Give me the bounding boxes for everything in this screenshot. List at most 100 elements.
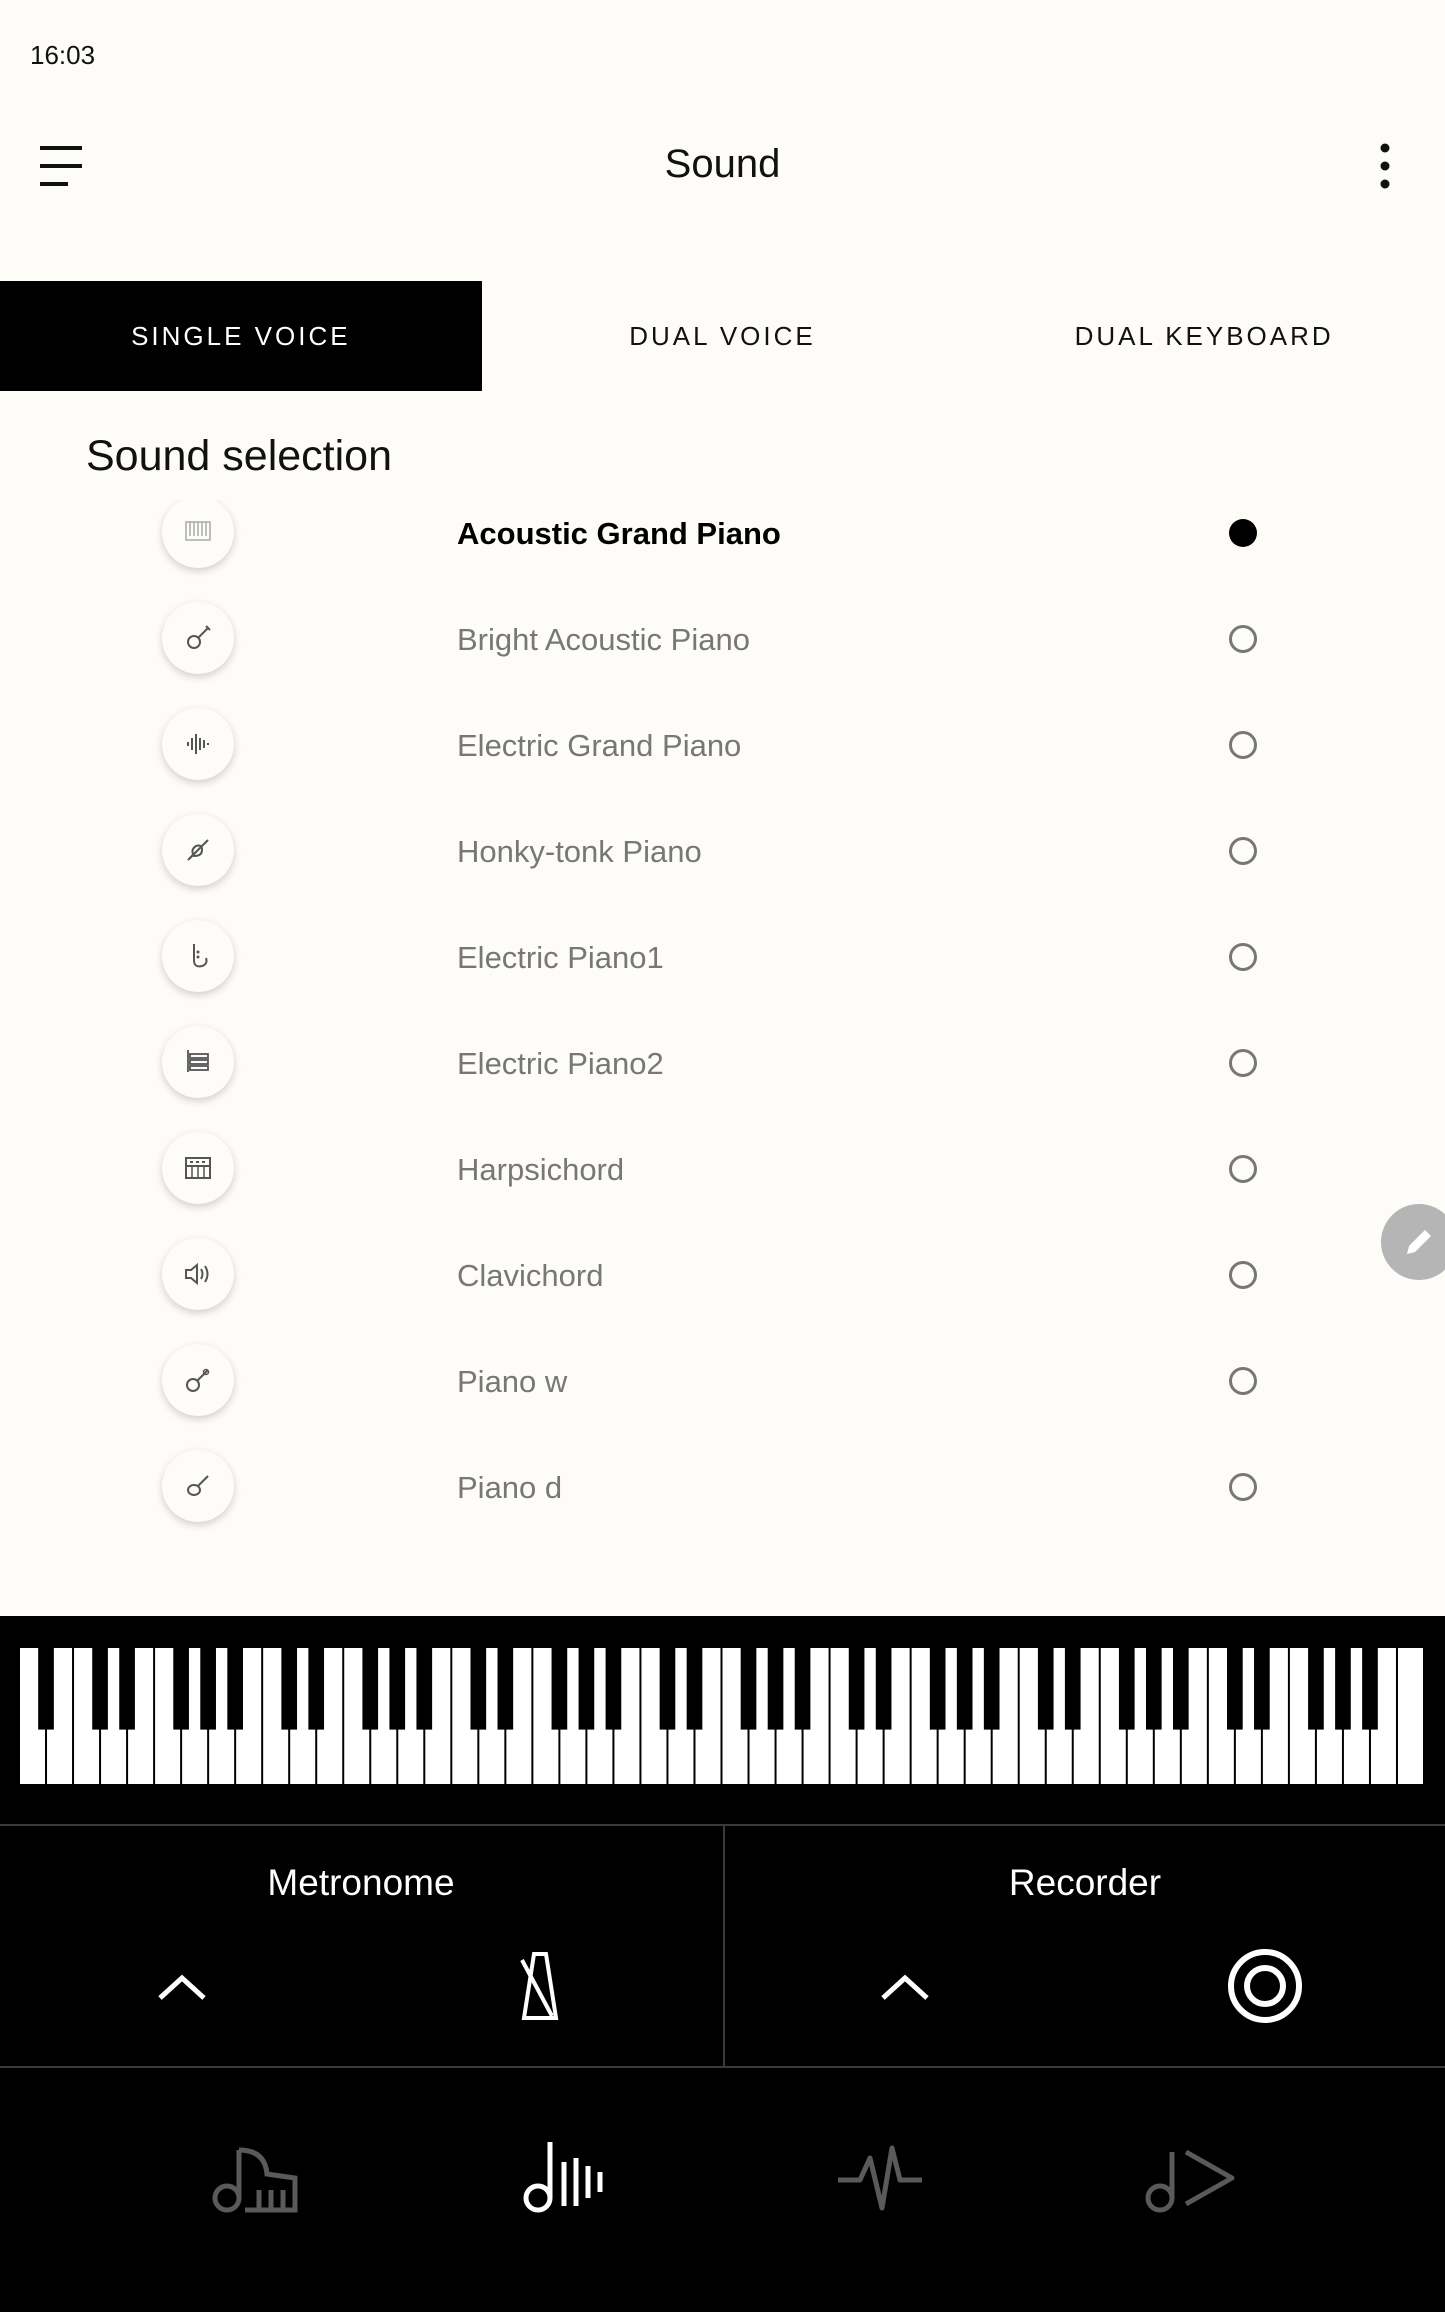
black-key[interactable]	[551, 1648, 568, 1730]
black-key[interactable]	[1037, 1648, 1054, 1730]
pulse-nav-icon[interactable]	[830, 2128, 930, 2228]
waveform-icon	[162, 708, 234, 780]
sound-name: Clavichord	[457, 1258, 604, 1293]
radio-button[interactable]	[1229, 1367, 1257, 1395]
radio-button[interactable]	[1229, 1049, 1257, 1077]
sound-item[interactable]: Acoustic Grand Piano	[0, 500, 1445, 584]
black-key[interactable]	[281, 1648, 298, 1730]
bottom-navigation	[0, 2066, 1445, 2312]
sound-item[interactable]: Piano d	[0, 1432, 1445, 1538]
recorder-expand-chevron-up-icon[interactable]	[875, 1966, 935, 2006]
black-key[interactable]	[308, 1648, 325, 1730]
radio-button[interactable]	[1229, 1473, 1257, 1501]
black-key[interactable]	[875, 1648, 892, 1730]
metronome-icon[interactable]	[500, 1946, 580, 2026]
black-key[interactable]	[38, 1648, 54, 1730]
sound-name: Acoustic Grand Piano	[457, 516, 781, 551]
keyboard-keys[interactable]	[20, 1648, 1425, 1784]
black-key[interactable]	[686, 1648, 703, 1730]
sound-item[interactable]: Honky-tonk Piano	[0, 796, 1445, 902]
black-key[interactable]	[794, 1648, 811, 1730]
tab-dual-keyboard[interactable]: DUAL KEYBOARD	[963, 281, 1445, 391]
synth-icon	[162, 1132, 234, 1204]
radio-button[interactable]	[1229, 943, 1257, 971]
sound-item[interactable]: Electric Piano2	[0, 1008, 1445, 1114]
radio-selected[interactable]	[1229, 519, 1257, 547]
recorder-label: Recorder	[1008, 1862, 1162, 1903]
black-key[interactable]	[362, 1648, 379, 1730]
black-key[interactable]	[470, 1648, 487, 1730]
black-key[interactable]	[1308, 1648, 1324, 1730]
black-key[interactable]	[119, 1648, 135, 1730]
sound-list[interactable]: Acoustic Grand Piano Bright Acoustic Pia…	[0, 500, 1445, 1600]
sound-name: Bright Acoustic Piano	[457, 622, 750, 657]
sound-item[interactable]: Electric Grand Piano	[0, 690, 1445, 796]
tab-dual-voice[interactable]: DUAL VOICE	[482, 281, 964, 391]
sound-nav-icon[interactable]	[518, 2128, 618, 2228]
radio-button[interactable]	[1229, 1261, 1257, 1289]
piano-keyboard[interactable]	[0, 1616, 1445, 1824]
black-key[interactable]	[1227, 1648, 1243, 1730]
black-key[interactable]	[1118, 1648, 1135, 1730]
black-key[interactable]	[92, 1648, 108, 1730]
metronome-label: Metronome	[267, 1862, 455, 1903]
black-key[interactable]	[983, 1648, 1000, 1730]
sound-name: Piano d	[457, 1470, 563, 1505]
banjo-icon	[162, 1344, 234, 1416]
piano-icon	[162, 500, 234, 568]
guitar-icon	[162, 602, 234, 674]
black-key[interactable]	[227, 1648, 243, 1730]
app-bar: Sound	[0, 110, 1445, 220]
saxophone-icon	[162, 920, 234, 992]
black-key[interactable]	[767, 1648, 784, 1730]
black-key[interactable]	[389, 1648, 406, 1730]
white-key[interactable]	[1397, 1648, 1423, 1784]
black-key[interactable]	[1362, 1648, 1378, 1730]
record-icon[interactable]	[1225, 1946, 1305, 2026]
black-key[interactable]	[659, 1648, 676, 1730]
black-key[interactable]	[578, 1648, 595, 1730]
piano-nav-icon[interactable]	[205, 2128, 305, 2228]
black-key[interactable]	[929, 1648, 946, 1730]
strings-icon	[162, 814, 234, 886]
status-bar: 16:03	[0, 0, 1445, 110]
radio-button[interactable]	[1229, 731, 1257, 759]
sound-item[interactable]: Electric Piano1	[0, 902, 1445, 1008]
black-key[interactable]	[416, 1648, 433, 1730]
black-key[interactable]	[1335, 1648, 1351, 1730]
black-key[interactable]	[1064, 1648, 1081, 1730]
radio-button[interactable]	[1229, 1155, 1257, 1183]
black-key[interactable]	[1172, 1648, 1189, 1730]
tab-single-voice[interactable]: SINGLE VOICE	[0, 281, 482, 391]
black-key[interactable]	[497, 1648, 514, 1730]
sound-item[interactable]: Piano w	[0, 1326, 1445, 1432]
black-key[interactable]	[605, 1648, 622, 1730]
sound-item[interactable]: Harpsichord	[0, 1114, 1445, 1220]
radio-button[interactable]	[1229, 625, 1257, 653]
page-title: Sound	[664, 142, 781, 186]
sound-name: Electric Grand Piano	[457, 728, 742, 763]
metronome-panel: Metronome	[0, 1826, 722, 2068]
black-key[interactable]	[200, 1648, 216, 1730]
sound-name: Piano w	[457, 1364, 568, 1399]
ethnic-instrument-icon	[162, 1450, 234, 1522]
recorder-panel: Recorder	[723, 1826, 1445, 2068]
section-title: Sound selection	[86, 432, 392, 480]
sound-item[interactable]: Bright Acoustic Piano	[0, 584, 1445, 690]
play-nav-icon[interactable]	[1140, 2128, 1240, 2228]
sound-name: Harpsichord	[457, 1152, 625, 1187]
black-key[interactable]	[848, 1648, 865, 1730]
metronome-expand-chevron-up-icon[interactable]	[152, 1966, 212, 2006]
more-options-icon[interactable]	[1365, 138, 1405, 194]
pencil-icon	[1407, 1230, 1431, 1254]
radio-button[interactable]	[1229, 837, 1257, 865]
black-key[interactable]	[1254, 1648, 1270, 1730]
organ-icon	[162, 1026, 234, 1098]
voice-mode-tabs: SINGLE VOICE DUAL VOICE DUAL KEYBOARD	[0, 281, 1445, 391]
sound-item[interactable]: Clavichord	[0, 1220, 1445, 1326]
black-key[interactable]	[173, 1648, 189, 1730]
sound-name: Electric Piano2	[457, 1046, 664, 1081]
black-key[interactable]	[1145, 1648, 1162, 1730]
black-key[interactable]	[956, 1648, 973, 1730]
black-key[interactable]	[740, 1648, 757, 1730]
